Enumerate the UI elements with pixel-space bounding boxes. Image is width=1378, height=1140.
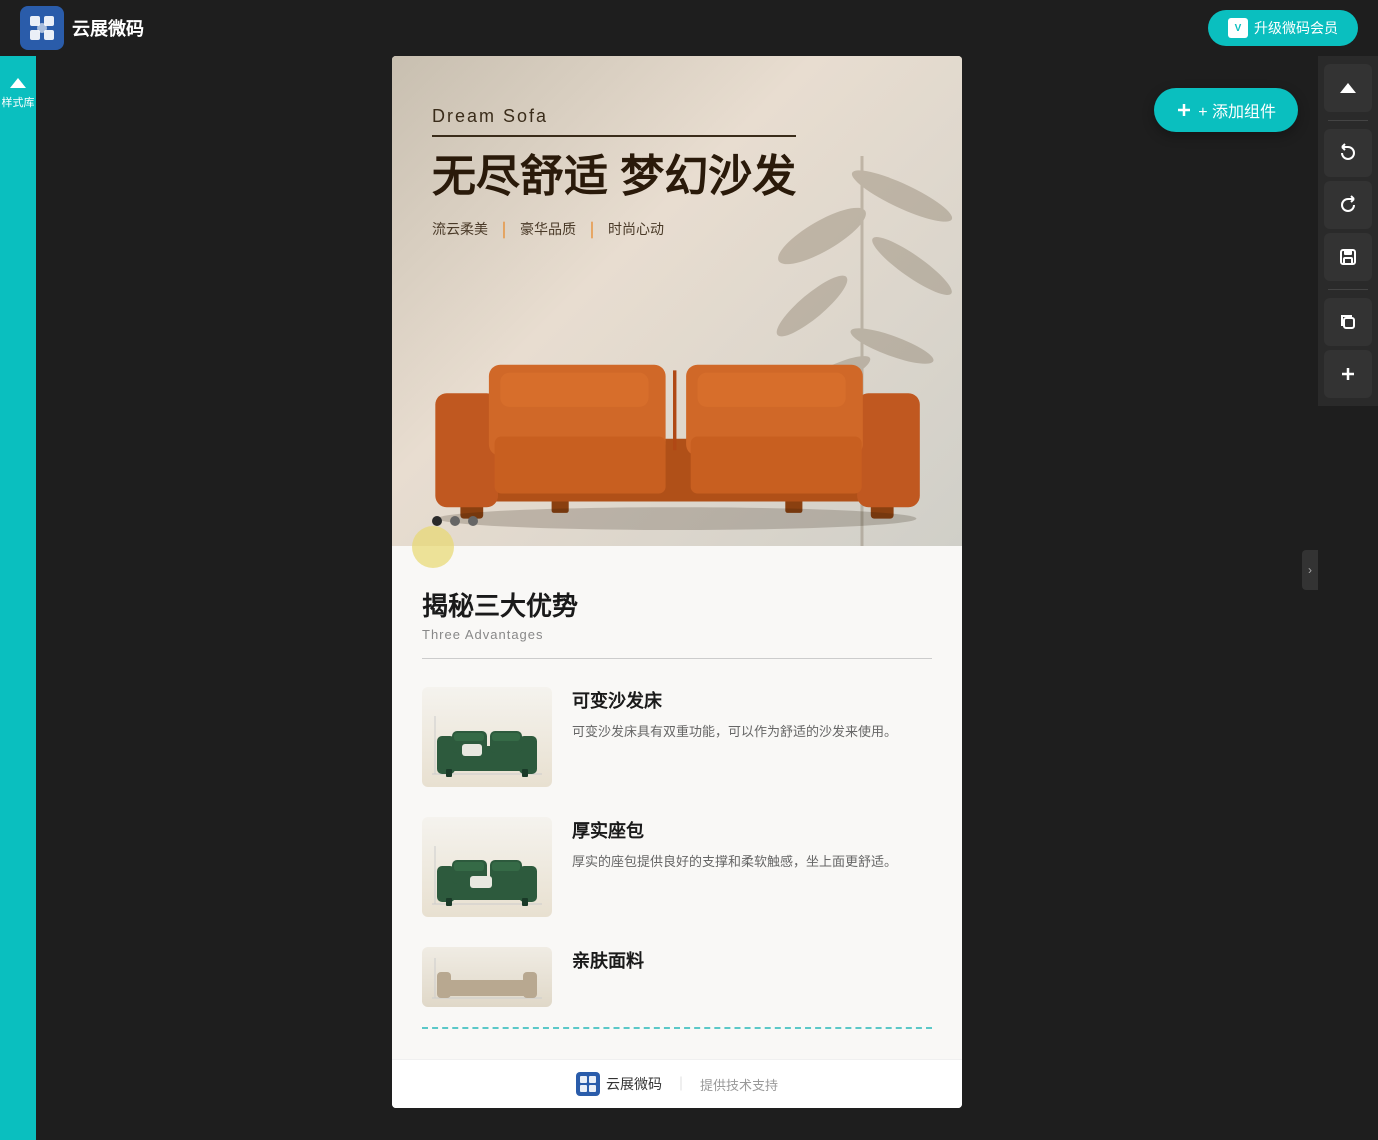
upgrade-button[interactable]: V 升级微码会员 (1208, 10, 1358, 46)
right-toolbar (1318, 56, 1378, 406)
app-logo-icon (20, 6, 64, 50)
section-divider (422, 658, 932, 659)
advantages-title: 揭秘三大优势 (422, 586, 932, 623)
carousel-dots (432, 516, 478, 526)
redo-button[interactable] (1324, 181, 1372, 229)
footer-separator: ｜ (674, 1074, 688, 1094)
dot-1[interactable] (432, 516, 442, 526)
advantage-text-1: 可变沙发床 可变沙发床具有双重功能，可以作为舒适的沙发来使用。 (572, 687, 932, 743)
toolbar-divider-1 (1328, 120, 1368, 121)
advantage-image-3 (422, 947, 552, 1007)
footer-logo-text: 云展微码 (606, 1074, 662, 1094)
sidebar-item-style-library[interactable]: 样式库 (0, 70, 36, 118)
hero-section: Dream Sofa 无尽舒适 梦幻沙发 流云柔美 ｜ 豪华品质 ｜ 时尚心动 (392, 56, 962, 546)
hero-title: 无尽舒适 梦幻沙发 (432, 153, 796, 201)
advantage-title-1: 可变沙发床 (572, 687, 932, 713)
left-sidebar: 样式库 (0, 0, 36, 1140)
advantage-image-inner-1 (422, 687, 552, 787)
advantage-text-2: 厚实座包 厚实的座包提供良好的支撑和柔软触感，坐上面更舒适。 (572, 817, 932, 873)
undo-button[interactable] (1324, 129, 1372, 177)
advantage-image-inner-2 (422, 817, 552, 917)
hero-content: Dream Sofa 无尽舒适 梦幻沙发 流云柔美 ｜ 豪华品质 ｜ 时尚心动 (432, 106, 796, 241)
dot-2[interactable] (450, 516, 460, 526)
hero-subtitle: Dream Sofa (432, 106, 796, 127)
vip-icon: V (1228, 18, 1248, 38)
advantages-section: 揭秘三大优势 Three Advantages (392, 546, 962, 1059)
logo-text: 云展微码 (72, 15, 144, 41)
advantage-item-3: 亲肤面料 (422, 947, 932, 1029)
advantage-image-2 (422, 817, 552, 917)
hero-sofa-image (392, 286, 962, 546)
upgrade-label: 升级微码会员 (1254, 18, 1338, 38)
tag-3: 时尚心动 (608, 219, 664, 239)
tag-2: 豪华品质 (520, 219, 576, 239)
add-component-button[interactable]: + 添加组件 (1154, 88, 1298, 132)
advantage-title-2: 厚实座包 (572, 817, 932, 843)
tag-divider-2: ｜ (584, 217, 600, 241)
triangle-icon (10, 78, 26, 88)
duplicate-button[interactable] (1324, 298, 1372, 346)
sidebar-label: 样式库 (2, 94, 35, 110)
hero-underline (432, 135, 796, 137)
phone-mockup: Dream Sofa 无尽舒适 梦幻沙发 流云柔美 ｜ 豪华品质 ｜ 时尚心动 (392, 56, 962, 1108)
section-badge-circle (412, 526, 454, 568)
toolbar-divider-2 (1328, 289, 1368, 290)
advantage-item-1: 可变沙发床 可变沙发床具有双重功能，可以作为舒适的沙发来使用。 (422, 687, 932, 787)
tag-divider-1: ｜ (496, 217, 512, 241)
tag-1: 流云柔美 (432, 219, 488, 239)
advantage-title-3: 亲肤面料 (572, 947, 932, 973)
footer-logo: 云展微码 (576, 1072, 662, 1096)
advantage-text-3: 亲肤面料 (572, 947, 932, 981)
add-component-label: + 添加组件 (1198, 98, 1276, 122)
hero-tags: 流云柔美 ｜ 豪华品质 ｜ 时尚心动 (432, 217, 796, 241)
advantage-desc-2: 厚实的座包提供良好的支撑和柔软触感，坐上面更舒适。 (572, 851, 932, 873)
footer-logo-icon (576, 1072, 600, 1096)
advantage-desc-1: 可变沙发床具有双重功能，可以作为舒适的沙发来使用。 (572, 721, 932, 743)
top-bar: 云展微码 V 升级微码会员 (0, 0, 1378, 56)
logo-area: 云展微码 (20, 6, 144, 50)
dot-3[interactable] (468, 516, 478, 526)
advantage-image-1 (422, 687, 552, 787)
advantage-item-2: 厚实座包 厚实的座包提供良好的支撑和柔软触感，坐上面更舒适。 (422, 817, 932, 917)
canvas-area: Dream Sofa 无尽舒适 梦幻沙发 流云柔美 ｜ 豪华品质 ｜ 时尚心动 (36, 56, 1318, 1140)
footer-support: 提供技术支持 (700, 1075, 778, 1094)
add-section-button[interactable] (1324, 350, 1372, 398)
advantages-subtitle: Three Advantages (422, 627, 932, 642)
scroll-up-button[interactable] (1324, 64, 1372, 112)
save-button[interactable] (1324, 233, 1372, 281)
collapse-panel-arrow[interactable]: › (1302, 550, 1318, 590)
footer-bar: 云展微码 ｜ 提供技术支持 (392, 1059, 962, 1108)
